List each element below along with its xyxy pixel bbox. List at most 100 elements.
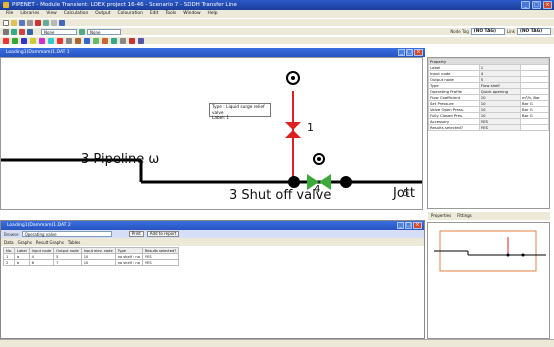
valve-icon[interactable] [3, 37, 9, 44]
node-icon[interactable] [39, 37, 45, 44]
schematic-minimize-button[interactable]: _ [398, 49, 405, 56]
print-button[interactable]: Print [128, 231, 144, 237]
filter-icon[interactable] [79, 28, 85, 35]
overview-node [521, 253, 525, 257]
app-title-bar: PIPENET - Module Transient: LOEX project… [0, 0, 554, 10]
help-icon[interactable] [59, 19, 65, 26]
schematic-close-button[interactable]: × [414, 49, 423, 56]
add-to-report-button[interactable]: Add to report [146, 231, 180, 237]
paste-icon[interactable] [51, 19, 57, 26]
results-minimize-button[interactable]: _ [397, 222, 404, 229]
results-window-controls: _ □ × [397, 222, 422, 229]
browse-label: Browse [4, 231, 19, 237]
menu-libraries[interactable]: Libraries [20, 10, 39, 18]
zoom-icon[interactable] [3, 28, 9, 35]
table-cell[interactable]: 10 [80, 259, 116, 266]
property-value[interactable]: YES [478, 124, 522, 131]
copy-icon[interactable] [43, 19, 49, 26]
pipeline-label: 3 Pipeline ω [81, 152, 160, 167]
results-maximize-button[interactable]: □ [405, 222, 412, 229]
overview-panel[interactable] [427, 222, 550, 339]
app-icon [3, 2, 9, 8]
table-row[interactable]: 2 b 6 7 10 no shelf : no YES [3, 259, 180, 266]
tank-icon[interactable] [30, 37, 36, 44]
property-row[interactable]: Results selected? YES [428, 124, 549, 131]
cut-icon[interactable] [35, 19, 41, 26]
link-tag-select[interactable]: (NO TAG) [517, 28, 551, 35]
menu-colouration[interactable]: Colouration [118, 10, 143, 18]
link-tag-label: Link [506, 29, 515, 34]
nozzle-icon[interactable] [120, 37, 126, 44]
node-number-4: 4 [314, 184, 321, 195]
save-icon[interactable] [19, 19, 25, 26]
node-tag-select[interactable]: (NO TAG) [470, 28, 505, 35]
close-button[interactable]: × [543, 1, 552, 9]
component-type-select[interactable]: Operating valve [21, 231, 112, 237]
property-unit [520, 124, 549, 131]
tag-selector: Node Tag (NO TAG) Link (NO TAG) [450, 28, 551, 35]
tab-graphs[interactable]: Graphs [18, 240, 32, 245]
window-controls: _ □ × [521, 1, 552, 9]
menu-view[interactable]: View [46, 10, 56, 18]
table-cell[interactable]: 7 [53, 259, 82, 266]
orifice-icon[interactable] [138, 37, 144, 44]
check-valve-icon[interactable] [75, 37, 81, 44]
menu-calculation[interactable]: Calculation [64, 10, 89, 18]
accumulator-icon[interactable] [84, 37, 90, 44]
control-valve-icon[interactable] [102, 37, 108, 44]
surge-icon[interactable] [93, 37, 99, 44]
node-4[interactable] [288, 176, 300, 188]
new-icon[interactable] [3, 19, 9, 26]
schematic-maximize-button[interactable]: □ [406, 49, 413, 56]
tab-properties[interactable]: Properties [431, 212, 451, 220]
relief-outlet-node-center [291, 76, 295, 80]
pump-icon[interactable] [21, 37, 27, 44]
schematic-drawing [1, 71, 422, 190]
relief-valve-icon[interactable] [57, 37, 63, 44]
tab-result-graphs[interactable]: Result Graphs [36, 240, 64, 245]
menu-tools[interactable]: Tools [165, 10, 176, 18]
menu-edit[interactable]: Edit [150, 10, 159, 18]
display-dropdown-2[interactable]: None [87, 28, 121, 35]
node-number-1: 1 [307, 121, 314, 134]
menu-bar: File Libraries View Calculation Output C… [0, 10, 554, 18]
menu-output[interactable]: Output [95, 10, 110, 18]
menu-window[interactable]: Window [183, 10, 200, 18]
pipe-icon[interactable] [12, 37, 18, 44]
table-cell[interactable]: 2 [3, 259, 15, 266]
open-icon[interactable] [11, 19, 17, 26]
minimize-button[interactable]: _ [521, 1, 530, 9]
properties-tabs: Properties Fittings [428, 212, 550, 220]
schematic-canvas[interactable]: 3 Pipeline ω 3 Shut off valve Jott 1 4 5… [0, 57, 423, 210]
layer-icon[interactable] [27, 28, 33, 35]
filter-element-icon[interactable] [111, 37, 117, 44]
node-5[interactable] [340, 176, 352, 188]
surge-relief-valve-top[interactable] [285, 122, 301, 130]
table-cell[interactable]: b [13, 259, 30, 266]
display-dropdown-1[interactable]: None [41, 28, 77, 35]
print-icon[interactable] [27, 19, 33, 26]
node-tag-label: Node Tag [450, 29, 469, 34]
surge-relief-valve-bottom[interactable] [285, 130, 301, 138]
app-title: PIPENET - Module Transient: LOEX project… [12, 2, 237, 8]
results-toolbar: Browse Operating valve Print Add to repo… [1, 230, 424, 238]
link-icon[interactable] [48, 37, 54, 44]
results-table: No. Label Input node Output node Input e… [3, 247, 180, 266]
results-window-title: Loading1(Dammam)1.DAT 2 _ □ × [1, 221, 424, 230]
menu-help[interactable]: Help [208, 10, 218, 18]
table-cell[interactable]: no shelf : no [114, 259, 143, 266]
menu-file[interactable]: File [6, 10, 13, 18]
select-icon[interactable] [11, 28, 17, 35]
overview-drawing [434, 230, 546, 272]
heat-exchanger-icon[interactable] [129, 37, 135, 44]
pan-icon[interactable] [19, 28, 25, 35]
maximize-button[interactable]: □ [532, 1, 541, 9]
junction-icon[interactable] [66, 37, 72, 44]
results-close-button[interactable]: × [413, 222, 422, 229]
tab-fittings[interactable]: Fittings [457, 212, 472, 220]
table-cell[interactable]: YES [141, 259, 180, 266]
tab-data[interactable]: Data [4, 240, 14, 245]
table-cell[interactable]: 6 [28, 259, 55, 266]
tab-tables[interactable]: Tables [68, 240, 80, 245]
property-name: Results selected? [428, 124, 480, 131]
